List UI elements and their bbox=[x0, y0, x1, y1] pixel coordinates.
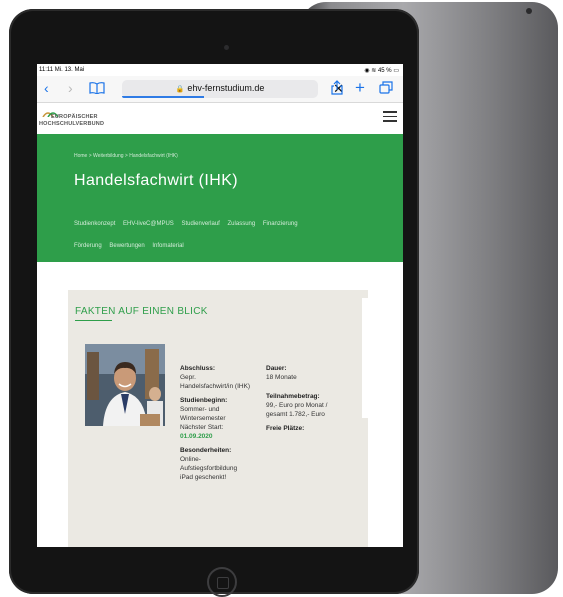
abschluss-value-2: Handelsfachwirt/in (IHK) bbox=[180, 383, 251, 390]
facts-heading: FAKTEN AUF EINEN BLICK bbox=[75, 306, 208, 317]
wifi-icon: ◉ ≋ bbox=[364, 68, 377, 74]
page-load-progress bbox=[122, 96, 205, 98]
abschluss-label: Abschluss: bbox=[180, 365, 216, 372]
tab-ehv-livecampus[interactable]: EHV-liveC@MPUS bbox=[123, 221, 174, 227]
student-photo bbox=[85, 344, 165, 426]
tab-studienkonzept[interactable]: Studienkonzept bbox=[74, 221, 115, 227]
tab-studienverlauf[interactable]: Studienverlauf bbox=[181, 221, 219, 227]
facts-column-left: Abschluss: Gepr. Handelsfachwirt/in (IHK… bbox=[180, 364, 270, 482]
besonderheiten-value-2: Aufstiegsfortbildung bbox=[180, 465, 238, 472]
abschluss-value-1: Gepr. bbox=[180, 374, 196, 381]
lock-icon: 🔒 bbox=[175, 86, 185, 93]
forward-icon[interactable]: › bbox=[68, 80, 73, 96]
tablet-screen: 11:11 Mi. 13. Mai ◉ ≋ 45 % ▭ ‹ › 🔒 ehv-fe… bbox=[37, 64, 403, 547]
studienbeginn-label: Studienbeginn: bbox=[180, 397, 228, 404]
logo-line1: EUROPÄISCHER bbox=[51, 114, 98, 120]
besonderheiten-label: Besonderheiten: bbox=[180, 447, 232, 454]
home-button[interactable] bbox=[207, 567, 237, 597]
battery-percent: 45 % bbox=[377, 68, 392, 74]
tab-finanzierung[interactable]: Finanzierung bbox=[263, 221, 298, 227]
browser-toolbar: ‹ › 🔒 ehv-fernstudium.de ✕ + bbox=[37, 76, 403, 103]
naechster-start-value: 01.09.2020 bbox=[180, 433, 213, 440]
tab-foerderung[interactable]: Förderung bbox=[74, 243, 102, 249]
share-icon[interactable] bbox=[331, 80, 343, 98]
teilnahmebetrag-value-1: 99,- Euro pro Monat / bbox=[266, 402, 328, 409]
new-tab-icon[interactable]: + bbox=[355, 78, 365, 98]
tab-infomaterial[interactable]: Infomaterial bbox=[152, 243, 183, 249]
bookmarks-icon[interactable] bbox=[89, 81, 105, 97]
facts-box: FAKTEN AUF EINEN BLICK Abschluss: Gepr. bbox=[68, 290, 368, 547]
status-time: 11:11 Mi. 13. Mai bbox=[39, 67, 85, 73]
teilnahmebetrag-value-2: gesamt 1.782,- Euro bbox=[266, 411, 325, 418]
menu-icon[interactable] bbox=[383, 111, 397, 122]
freie-plaetze-label: Freie Plätze: bbox=[266, 425, 305, 432]
studienbeginn-value-1: Sommer- und bbox=[180, 406, 220, 413]
breadcrumb[interactable]: Home > Weiterbildung > Handelsfachwirt (… bbox=[74, 153, 178, 159]
besonderheiten-value-1: Online- bbox=[180, 456, 201, 463]
tab-zulassung[interactable]: Zulassung bbox=[228, 221, 256, 227]
rear-camera-icon bbox=[526, 8, 532, 14]
address-bar[interactable]: 🔒 ehv-fernstudium.de ✕ bbox=[122, 80, 344, 98]
logo-line2: HOCHSCHULVERBUND bbox=[39, 121, 105, 127]
status-bar: 11:11 Mi. 13. Mai ◉ ≋ 45 % ▭ bbox=[37, 64, 403, 76]
tabs-icon[interactable] bbox=[379, 81, 393, 97]
section-tabs: Studienkonzept EHV-liveC@MPUS Studienver… bbox=[74, 213, 374, 257]
dauer-value: 18 Monate bbox=[266, 374, 297, 381]
url-text: ehv-fernstudium.de bbox=[187, 83, 265, 93]
battery-icon: ▭ bbox=[393, 68, 399, 74]
tab-bewertungen[interactable]: Bewertungen bbox=[109, 243, 144, 249]
teilnahmebetrag-label: Teilnahmebetrag: bbox=[266, 393, 320, 400]
studienbeginn-value-2: Wintersemester bbox=[180, 415, 226, 422]
page-title: Handelsfachwirt (IHK) bbox=[74, 172, 239, 189]
site-header: EUROPÄISCHER HOCHSCHULVERBUND bbox=[37, 103, 403, 133]
naechster-start-label: Nächster Start: bbox=[180, 424, 224, 431]
besonderheiten-value-3: iPad geschenkt! bbox=[180, 474, 227, 481]
hero-banner: Home > Weiterbildung > Handelsfachwirt (… bbox=[37, 134, 403, 262]
back-icon[interactable]: ‹ bbox=[44, 80, 49, 96]
front-camera-icon bbox=[224, 45, 229, 50]
status-indicators: ◉ ≋ 45 % ▭ bbox=[364, 67, 399, 74]
dauer-label: Dauer: bbox=[266, 365, 287, 372]
facts-column-right: Dauer: 18 Monate Teilnahmebetrag: 99,- E… bbox=[266, 364, 362, 433]
